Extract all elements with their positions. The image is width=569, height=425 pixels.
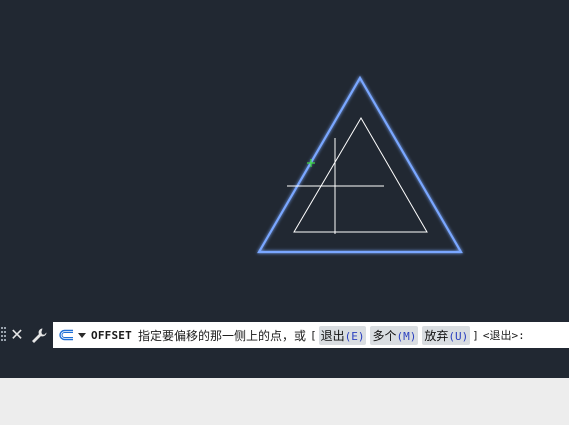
option-key: (E) (344, 329, 365, 343)
option-multiple[interactable]: 多个(M) (370, 325, 419, 345)
command-prompt-icon[interactable] (59, 329, 75, 341)
option-key: (U) (448, 329, 469, 343)
option-label: 多个 (372, 328, 397, 343)
option-exit[interactable]: 退出(E) (318, 325, 367, 345)
status-bar-area (0, 378, 569, 425)
default-option: <退出>: (482, 329, 525, 342)
option-label: 退出 (320, 328, 345, 343)
options-bracket-open: [ (309, 328, 317, 342)
option-label: 放弃 (424, 328, 449, 343)
offset-preview-triangle (293, 117, 428, 233)
drag-handle[interactable] (1, 327, 7, 344)
options-bracket-close: ] (472, 328, 479, 342)
wrench-icon[interactable] (29, 326, 49, 346)
command-prompt-text: 指定要偏移的那一侧上的点，或 (137, 328, 306, 343)
option-undo[interactable]: 放弃(U) (422, 325, 471, 345)
command-input[interactable]: OFFSET 指定要偏移的那一侧上的点，或 [ 退出(E) 多个(M) 放弃(U… (53, 322, 569, 348)
command-line-window: ✕ OFFSET 指定要偏移的那一侧上的点，或 [ 退出(E) 多个(M) 放弃… (0, 321, 569, 350)
chevron-down-icon[interactable] (78, 332, 86, 338)
option-key: (M) (396, 329, 417, 343)
close-icon[interactable]: ✕ (9, 324, 25, 346)
command-name: OFFSET (91, 328, 132, 342)
selected-triangle[interactable] (257, 75, 463, 254)
